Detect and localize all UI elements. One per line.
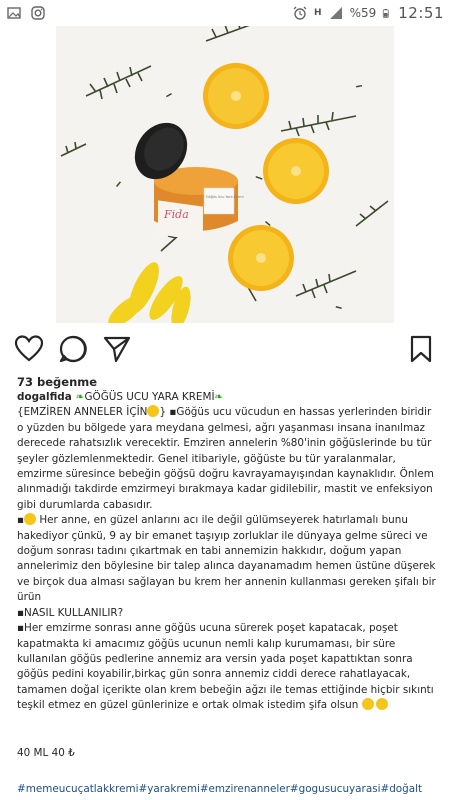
caption-heading: ▪NASIL KULLANILIR? [17, 606, 124, 619]
lemon-slice [203, 63, 269, 129]
caption-intro-rest: } ▪Göğüs ucu vücudun en hassas yerlerind… [17, 406, 434, 511]
jar-brand: Fida [163, 208, 189, 221]
post-actions [0, 330, 450, 370]
hashtags[interactable]: #memeucuçatlakkremi#yarakremi#emzirenann… [17, 783, 447, 795]
smile-emoji-icon [24, 513, 37, 526]
battery-percent: %59 [349, 6, 377, 20]
bookmark-icon[interactable] [406, 334, 436, 364]
post-image[interactable]: Fida Göğüs Ucu Yara Kremi [56, 26, 394, 323]
caption-title-line: dogalfida ❧GÖĞÜS UCU YARA KREMİ❧ [17, 390, 437, 405]
caption-paragraph-1: {EMZİREN ANNELER İÇİN} ▪Göğüs ucu vücudu… [17, 405, 437, 513]
signal-icon [329, 7, 342, 19]
caption-intro: {EMZİREN ANNELER İÇİN [17, 406, 148, 419]
product-photo: Fida Göğüs Ucu Yara Kremi [56, 26, 394, 323]
alarm-icon [293, 6, 307, 20]
caption-para2: Her anne, en güzel anlarını acı ile deği… [17, 514, 436, 604]
network-type: H [314, 8, 322, 18]
battery-icon [383, 8, 389, 18]
post-caption: dogalfida ❧GÖĞÜS UCU YARA KREMİ❧ {EMZİREN… [17, 390, 437, 714]
comment-icon[interactable] [58, 334, 88, 364]
smile-emoji-icon [361, 698, 374, 711]
caption-para3: ▪Her emzirme sonrası anne göğüs ucuna sü… [17, 622, 434, 712]
status-bar: H %59 12:51 [0, 0, 450, 26]
caption-paragraph-3: ▪Her emzirme sonrası anne göğüs ucuna sü… [17, 621, 437, 713]
leaf-icon: ❧ [214, 391, 224, 403]
username[interactable]: dogalfida [17, 391, 72, 403]
baby-emoji-icon [147, 405, 160, 418]
clock: 12:51 [398, 4, 444, 22]
instagram-icon [31, 6, 45, 20]
photo-icon [7, 7, 21, 19]
lemon-slice [263, 138, 329, 204]
price-text: 40 ML 40 ₺ [17, 747, 75, 759]
jar-label-text: Göğüs Ucu Yara Kremi [206, 195, 244, 199]
heart-icon[interactable] [14, 334, 44, 364]
baby-emoji-icon [375, 698, 388, 711]
like-count[interactable]: 73 beğenme [17, 375, 97, 389]
lemon-slice [228, 225, 294, 291]
caption-title: GÖĞÜS UCU YARA KREMİ [84, 391, 215, 403]
caption-paragraph-2: ▪ Her anne, en güzel anlarını acı ile de… [17, 513, 436, 604]
share-icon[interactable] [102, 334, 132, 364]
